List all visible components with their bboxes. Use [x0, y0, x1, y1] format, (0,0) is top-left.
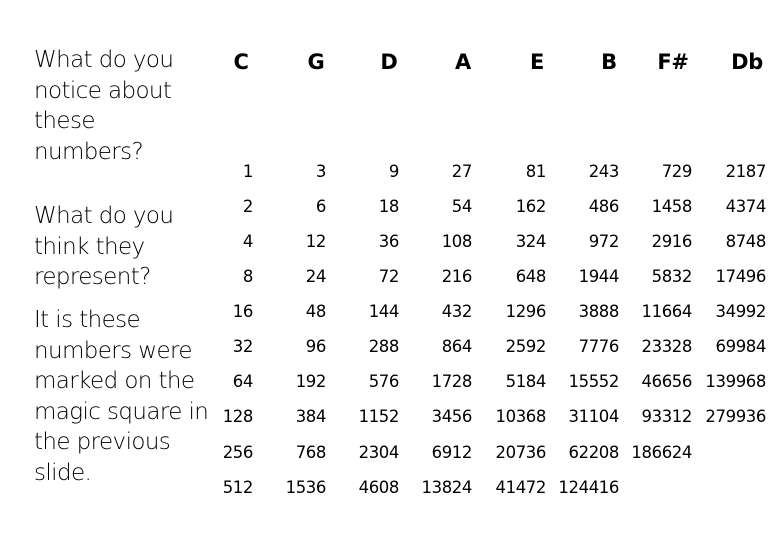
column-header: Db: [731, 50, 763, 74]
table-cell: 12: [305, 232, 327, 251]
table-cell: 32: [232, 337, 254, 356]
table-cell: 729: [661, 162, 693, 181]
table-cell: 8: [242, 267, 254, 286]
table-cell: 9: [388, 162, 400, 181]
table-cell: 62208: [568, 443, 620, 462]
table-cell: 6: [315, 197, 327, 216]
table-cell: 256: [222, 443, 254, 462]
table-cell: 54: [451, 197, 473, 216]
table-cell: 13824: [421, 478, 473, 497]
table-cell: 1: [242, 162, 254, 181]
table-cell: 162: [515, 197, 547, 216]
table-cell: 124416: [558, 478, 619, 497]
table-cell: 128: [222, 407, 254, 426]
table-cell: 1458: [651, 197, 693, 216]
table-cell: 432: [441, 302, 473, 321]
table-cell: 3456: [431, 407, 473, 426]
table-cell: 69984: [715, 337, 767, 356]
table-cell: 96: [305, 337, 327, 356]
question-notice-numbers: What do you notice about these numbers?: [34, 47, 174, 165]
table-cell: 15552: [568, 372, 620, 391]
table-cell: 8748: [725, 232, 767, 251]
table-cell: 20736: [495, 443, 547, 462]
table-cell: 186624: [631, 443, 692, 462]
table-cell: 512: [222, 478, 254, 497]
table-cell: 4374: [725, 197, 767, 216]
table-cell: 2304: [358, 443, 400, 462]
table-cell: 384: [295, 407, 327, 426]
table-cell: 972: [588, 232, 620, 251]
table-cell: 48: [305, 302, 327, 321]
table-cell: 288: [368, 337, 400, 356]
table-cell: 36: [378, 232, 400, 251]
table-cell: 576: [368, 372, 400, 391]
table-cell: 2187: [725, 162, 767, 181]
table-cell: 4608: [358, 478, 400, 497]
table-cell: 279936: [705, 407, 766, 426]
table-cell: 1944: [578, 267, 620, 286]
table-cell: 4: [242, 232, 254, 251]
table-cell: 486: [588, 197, 620, 216]
table-cell: 41472: [495, 478, 547, 497]
table-cell: 864: [441, 337, 473, 356]
table-cell: 10368: [495, 407, 547, 426]
table-cell: 46656: [641, 372, 693, 391]
table-cell: 1536: [285, 478, 327, 497]
column-header: C: [233, 50, 249, 74]
table-cell: 64: [232, 372, 254, 391]
table-cell: 1728: [431, 372, 473, 391]
table-cell: 2916: [651, 232, 693, 251]
table-cell: 144: [368, 302, 400, 321]
column-header: D: [380, 50, 398, 74]
table-cell: 11664: [641, 302, 693, 321]
table-cell: 24: [305, 267, 327, 286]
table-cell: 16: [232, 302, 254, 321]
table-cell: 18: [378, 197, 400, 216]
table-cell: 31104: [568, 407, 620, 426]
table-cell: 324: [515, 232, 547, 251]
table-cell: 17496: [715, 267, 767, 286]
column-header: G: [307, 50, 325, 74]
table-cell: 6912: [431, 443, 473, 462]
table-cell: 5184: [505, 372, 547, 391]
table-cell: 216: [441, 267, 473, 286]
table-cell: 23328: [641, 337, 693, 356]
table-cell: 2: [242, 197, 254, 216]
table-cell: 243: [588, 162, 620, 181]
table-cell: 1152: [358, 407, 400, 426]
table-cell: 648: [515, 267, 547, 286]
table-cell: 7776: [578, 337, 620, 356]
column-header: A: [455, 50, 471, 74]
table-cell: 5832: [651, 267, 693, 286]
table-cell: 34992: [715, 302, 767, 321]
table-cell: 3: [315, 162, 327, 181]
table-cell: 768: [295, 443, 327, 462]
table-cell: 72: [378, 267, 400, 286]
table-cell: 1296: [505, 302, 547, 321]
table-cell: 81: [525, 162, 547, 181]
table-cell: 93312: [641, 407, 693, 426]
table-cell: 192: [295, 372, 327, 391]
column-header: F#: [657, 50, 689, 74]
column-header: E: [529, 50, 545, 74]
table-cell: 108: [441, 232, 473, 251]
table-cell: 27: [451, 162, 473, 181]
table-cell: 2592: [505, 337, 547, 356]
table-cell: 139968: [705, 372, 766, 391]
table-cell: 3888: [578, 302, 620, 321]
column-header: B: [601, 50, 617, 74]
